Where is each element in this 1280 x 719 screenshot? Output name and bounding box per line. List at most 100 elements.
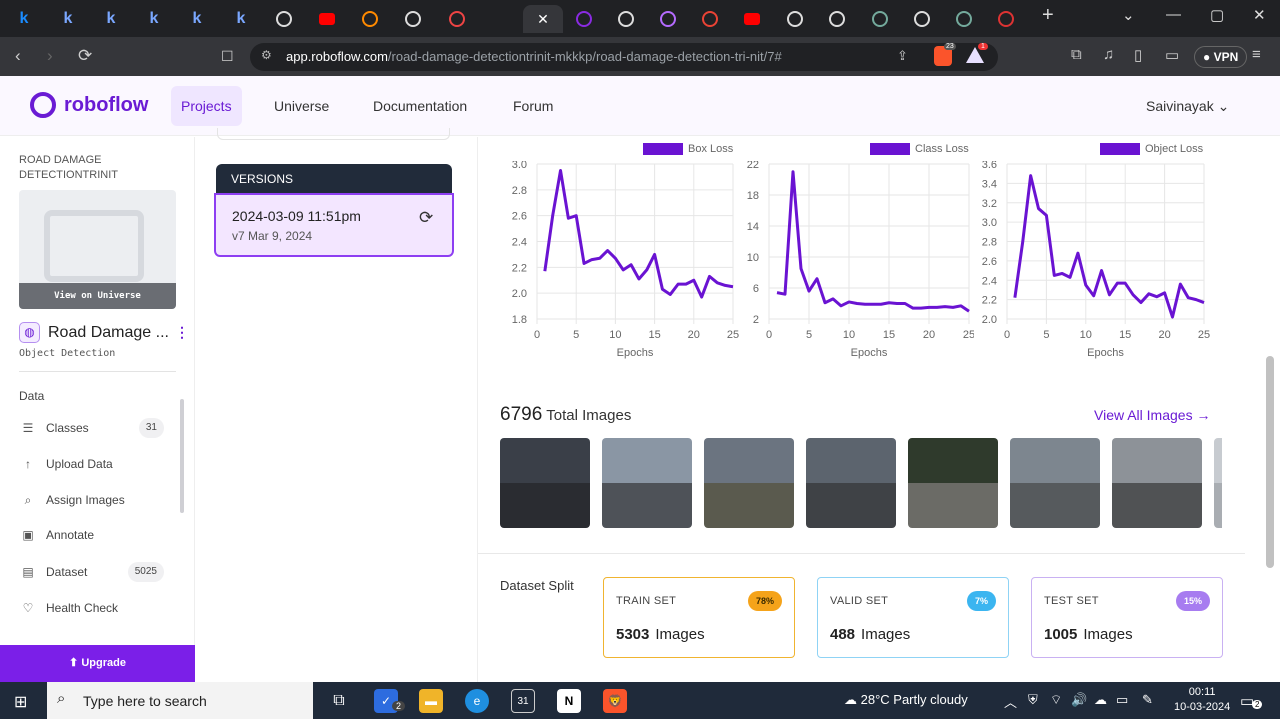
browser-tab[interactable]: [944, 5, 984, 33]
defender-icon[interactable]: ⛨: [1028, 692, 1038, 708]
wifi-icon[interactable]: ⌔: [1050, 692, 1062, 708]
pen-icon[interactable]: ✎: [1142, 692, 1153, 708]
edge-icon[interactable]: e: [465, 689, 489, 713]
extensions-icon[interactable]: ⧉: [1071, 46, 1082, 63]
view-all-images-link[interactable]: View All Images →: [1094, 407, 1210, 423]
share-icon[interactable]: ⇪: [897, 48, 908, 64]
browser-tab[interactable]: [564, 5, 604, 33]
browser-tab[interactable]: [775, 5, 815, 33]
media-icon[interactable]: ♫: [1103, 46, 1114, 63]
view-on-universe-button[interactable]: View on Universe: [19, 283, 176, 309]
new-tab-icon[interactable]: +: [1042, 4, 1054, 27]
version-card[interactable]: 2024-03-09 11:51pm v7 Mar 9, 2024 ⟳: [214, 193, 454, 257]
browser-tab[interactable]: k: [177, 5, 217, 33]
browser-tab[interactable]: [350, 5, 390, 33]
more-options-icon[interactable]: ⋮: [175, 324, 189, 341]
task-view-icon[interactable]: ⧉: [327, 689, 351, 713]
nav-projects[interactable]: Projects: [171, 86, 242, 126]
volume-icon[interactable]: 🔊: [1071, 692, 1087, 708]
chart-legend[interactable]: Box Loss: [643, 143, 733, 155]
wallet-icon[interactable]: ▭: [1165, 46, 1179, 64]
thumbnail-road: [1214, 483, 1222, 528]
x-tick-label: 25: [1198, 329, 1210, 341]
close-window-icon[interactable]: ✕: [1253, 6, 1266, 24]
sidebar-item-dataset[interactable]: ▤ Dataset 5025: [22, 560, 168, 584]
split-card-valid-set[interactable]: VALID SET 7% 488 Images: [817, 577, 1009, 658]
tab-search-icon[interactable]: ⌄: [1122, 6, 1135, 24]
nav-universe[interactable]: Universe: [264, 86, 339, 126]
minimize-icon[interactable]: —: [1166, 6, 1181, 23]
sidebar-item-assign-images[interactable]: ⌕ Assign Images: [22, 488, 168, 512]
image-thumbnail[interactable]: [1112, 438, 1202, 528]
back-icon[interactable]: ‹: [15, 46, 21, 66]
image-thumbnail[interactable]: [908, 438, 998, 528]
browser-tab[interactable]: [264, 5, 304, 33]
image-thumbnail[interactable]: [704, 438, 794, 528]
sidebar-toggle-icon[interactable]: ▯: [1134, 46, 1142, 64]
sync-icon[interactable]: ⟳: [419, 208, 433, 228]
browser-tab[interactable]: k: [91, 5, 131, 33]
image-thumbnail[interactable]: [500, 438, 590, 528]
chart-legend[interactable]: Class Loss: [870, 143, 969, 155]
sidebar-item-upload-data[interactable]: ↑ Upload Data: [22, 452, 168, 476]
windows-start-icon[interactable]: ⊞: [14, 692, 27, 712]
browser-tab[interactable]: [986, 5, 1026, 33]
brave-icon[interactable]: 🦁: [603, 689, 627, 713]
browser-tab[interactable]: [732, 5, 772, 33]
user-menu[interactable]: Saivinayak ⌄: [1146, 98, 1229, 115]
nav-documentation[interactable]: Documentation: [363, 86, 477, 126]
forward-icon[interactable]: ›: [47, 46, 53, 66]
image-thumbnail[interactable]: [602, 438, 692, 528]
x-tick-label: 0: [1004, 329, 1010, 341]
project-title-row[interactable]: ◍ Road Damage ...: [19, 322, 169, 343]
chart-legend[interactable]: Object Loss: [1100, 143, 1203, 155]
taskbar-search[interactable]: ⌕ Type here to search: [47, 682, 313, 719]
image-thumbnail[interactable]: [806, 438, 896, 528]
browser-tab[interactable]: k: [134, 5, 174, 33]
roboflow-logo[interactable]: roboflow: [30, 92, 148, 118]
sidebar-item-health-check[interactable]: ♡ Health Check: [22, 596, 168, 620]
image-thumbnail[interactable]: [1010, 438, 1100, 528]
split-card-train-set[interactable]: TRAIN SET 78% 5303 Images: [603, 577, 795, 658]
browser-tab[interactable]: k: [4, 5, 44, 33]
notion-icon[interactable]: N: [557, 689, 581, 713]
maximize-icon[interactable]: ▢: [1210, 6, 1224, 24]
browser-tab[interactable]: [437, 5, 477, 33]
thumbnail-sky: [908, 438, 998, 483]
split-card-test-set[interactable]: TEST SET 15% 1005 Images: [1031, 577, 1223, 658]
image-thumbnail[interactable]: [1214, 438, 1222, 528]
browser-tab[interactable]: [307, 5, 347, 33]
browser-tab[interactable]: [690, 5, 730, 33]
address-bar[interactable]: ⚙ app.roboflow.com/road-damage-detection…: [250, 43, 998, 71]
vpn-button[interactable]: ● VPN: [1194, 46, 1248, 68]
weather-widget[interactable]: ☁ 28°C Partly cloudy: [844, 692, 968, 708]
battery-icon[interactable]: ▭: [1116, 692, 1128, 708]
sidebar-item-annotate[interactable]: ▣ Annotate: [22, 523, 168, 547]
nav-forum[interactable]: Forum: [503, 86, 563, 126]
site-info-icon[interactable]: ⚙: [261, 48, 272, 62]
cloud-icon[interactable]: ☁: [1094, 692, 1107, 708]
browser-tab[interactable]: [860, 5, 900, 33]
bookmark-icon[interactable]: ☐: [221, 48, 234, 65]
browser-tab[interactable]: k: [48, 5, 88, 33]
browser-tab[interactable]: [902, 5, 942, 33]
reload-icon[interactable]: ⟳: [78, 46, 92, 66]
github-icon: [787, 11, 803, 27]
browser-tab[interactable]: [606, 5, 646, 33]
menu-icon[interactable]: ≡: [1252, 46, 1261, 63]
page-scrollbar[interactable]: [1266, 356, 1274, 568]
calendar-icon[interactable]: 31: [511, 689, 535, 713]
clock[interactable]: 00:11 10-03-2024: [1174, 685, 1230, 715]
sidebar-scrollbar[interactable]: [180, 399, 184, 513]
browser-tab[interactable]: [817, 5, 857, 33]
file-explorer-icon[interactable]: ▬: [419, 689, 443, 713]
browser-tab[interactable]: [648, 5, 688, 33]
browser-tab[interactable]: ✕: [523, 5, 563, 33]
browser-tab[interactable]: k: [221, 5, 261, 33]
upgrade-button[interactable]: ⬆ Upgrade: [0, 645, 195, 682]
y-tick-label: 2.0: [982, 314, 997, 326]
sidebar-item-classes[interactable]: ☰ Classes 31: [22, 416, 168, 440]
browser-tab[interactable]: [393, 5, 433, 33]
tray-chevron-icon[interactable]: ︿: [1004, 692, 1017, 711]
x-tick-label: 15: [1119, 329, 1131, 341]
